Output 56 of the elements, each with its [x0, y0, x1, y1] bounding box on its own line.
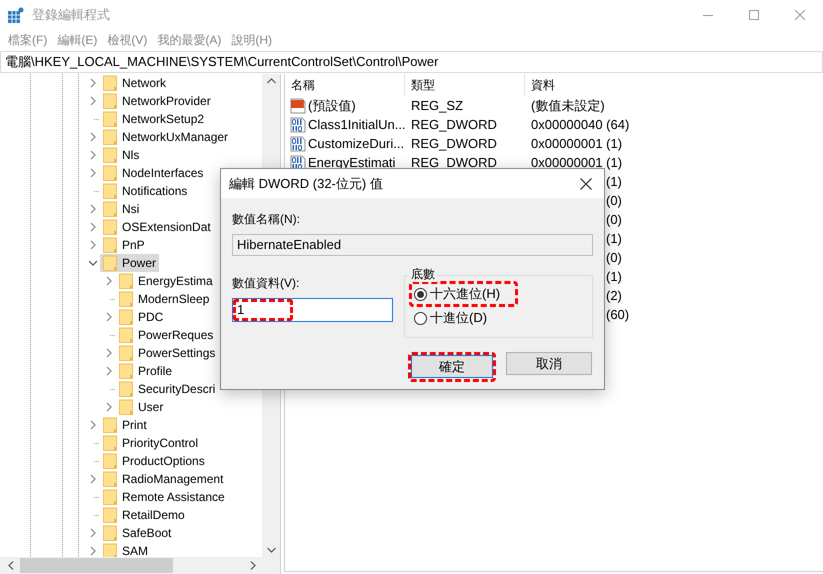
table-cell-text: REG_DWORD	[410, 134, 498, 153]
table-cell-text: (預設值)	[308, 96, 356, 115]
table-cell-text: (1)	[606, 172, 622, 191]
table-cell-text: (0)	[606, 192, 622, 210]
table-cell-text: REG_DWORD	[410, 116, 498, 134]
dialog-title: 編輯 DWORD (32-位元) 值	[229, 174, 383, 193]
table-cell-text: (2)	[606, 286, 622, 305]
tree-item-label: Network	[122, 75, 166, 92]
table-cell-text: REG_DWORD	[410, 154, 498, 172]
tree-item-label: RadioManagement	[122, 471, 224, 488]
table-cell-text: (0)	[606, 248, 622, 267]
tree-item-label: User	[138, 399, 164, 416]
table-cell-text: 0x00000040 (64)	[530, 116, 630, 134]
tree-item-label: Nls	[122, 147, 140, 164]
tree-item-label: PowerReques	[138, 327, 214, 344]
tree-item-label: PDC	[138, 309, 164, 326]
table-cell-text: (1)	[606, 268, 622, 286]
tree-item-label: PriorityControl	[122, 435, 198, 452]
tree-item-label: NetworkProvider	[122, 93, 211, 110]
table-cell-text: EnergyEstimati	[308, 154, 396, 172]
tree-item-label: NetworkUxManager	[122, 129, 228, 146]
tree-item-label: SecurityDescri	[138, 381, 216, 398]
radio-label: 十六進位(H)	[430, 285, 500, 304]
table-cell-text: (數值未設定)	[530, 96, 605, 115]
tree-item-label: EnergyEstima	[138, 273, 213, 290]
tree-item-label: SafeBoot	[122, 525, 172, 542]
tree-item-label: NetworkSetup2	[122, 111, 204, 128]
tree-item-label: NodeInterfaces	[122, 165, 204, 182]
tree-item-label: PowerSettings	[138, 345, 216, 362]
tree-item-label: Nsi	[122, 201, 140, 218]
groupbox-label: 底數	[409, 266, 437, 282]
tree-item-label: PnP	[122, 237, 145, 254]
table-cell-text: Class1InitialUn...	[308, 116, 406, 134]
window-title: 登錄編輯程式	[32, 6, 110, 24]
table-cell-text: 0x00000001 (1)	[530, 134, 622, 153]
tree-item-label: SAM	[122, 543, 148, 557]
table-cell-text: (0)	[606, 210, 622, 229]
table-cell-text: CustomizeDuri...	[308, 134, 404, 153]
table-cell-text: REG_SZ	[410, 96, 464, 115]
field-value: 1	[236, 301, 244, 320]
table-cell-text: (60)	[606, 306, 630, 324]
value-name-field: HibernateEnabled	[232, 234, 593, 256]
radio-label: 十進位(D)	[430, 309, 488, 328]
field-label: 數值名稱(N):	[232, 211, 301, 228]
tree-item-label: Power	[122, 255, 156, 272]
tree-item-label: ProductOptions	[122, 453, 205, 470]
tree-item-label: RetailDemo	[122, 507, 185, 524]
table-cell-text: (1)	[606, 230, 622, 248]
tree-item-label: OSExtensionDat	[122, 219, 211, 236]
field-label: 數值資料(V):	[232, 275, 300, 292]
tree-item-label: Notifications	[122, 183, 188, 200]
tree-item-label: ModernSleep	[138, 291, 210, 308]
tree-item-label: Remote Assistance	[122, 489, 225, 506]
tree-item-label: Profile	[138, 363, 172, 380]
tree-item-label: Print	[122, 417, 147, 434]
table-cell-text: 0x00000001 (1)	[530, 154, 622, 172]
